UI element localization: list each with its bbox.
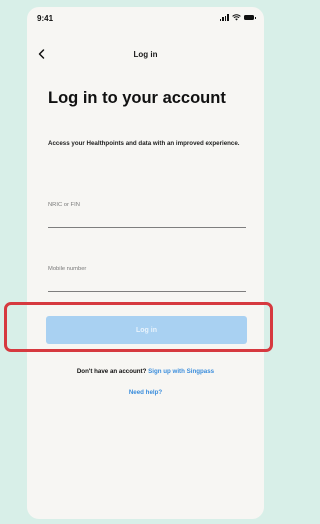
need-help-link[interactable]: Need help? <box>27 389 264 396</box>
nric-field-label: NRIC or FIN <box>48 202 80 208</box>
nav-title: Log in <box>133 50 158 59</box>
page-subtitle: Access your Healthpoints and data with a… <box>48 140 240 147</box>
nav-bar: Log in <box>27 45 264 67</box>
phone-screen: 9:41 Log in Log in to your account Acces… <box>27 7 264 519</box>
signup-prompt: Don't have an account? <box>76 368 147 375</box>
mobile-number-field[interactable]: Mobile number <box>48 261 246 292</box>
signup-row: Don't have an account? Sign up with Sing… <box>27 368 264 375</box>
login-button[interactable]: Log in <box>46 316 247 344</box>
status-icons <box>219 14 256 21</box>
page-title: Log in to your account <box>48 89 226 107</box>
status-time: 9:41 <box>37 14 54 23</box>
mobile-number-field-label: Mobile number <box>48 266 87 272</box>
battery-icon <box>244 15 256 20</box>
signup-singpass-link[interactable]: Sign up with Singpass <box>148 368 214 375</box>
signal-icon <box>219 14 229 21</box>
wifi-icon <box>232 14 241 21</box>
nric-field[interactable]: NRIC or FIN <box>48 197 246 228</box>
status-bar: 9:41 <box>27 7 264 29</box>
